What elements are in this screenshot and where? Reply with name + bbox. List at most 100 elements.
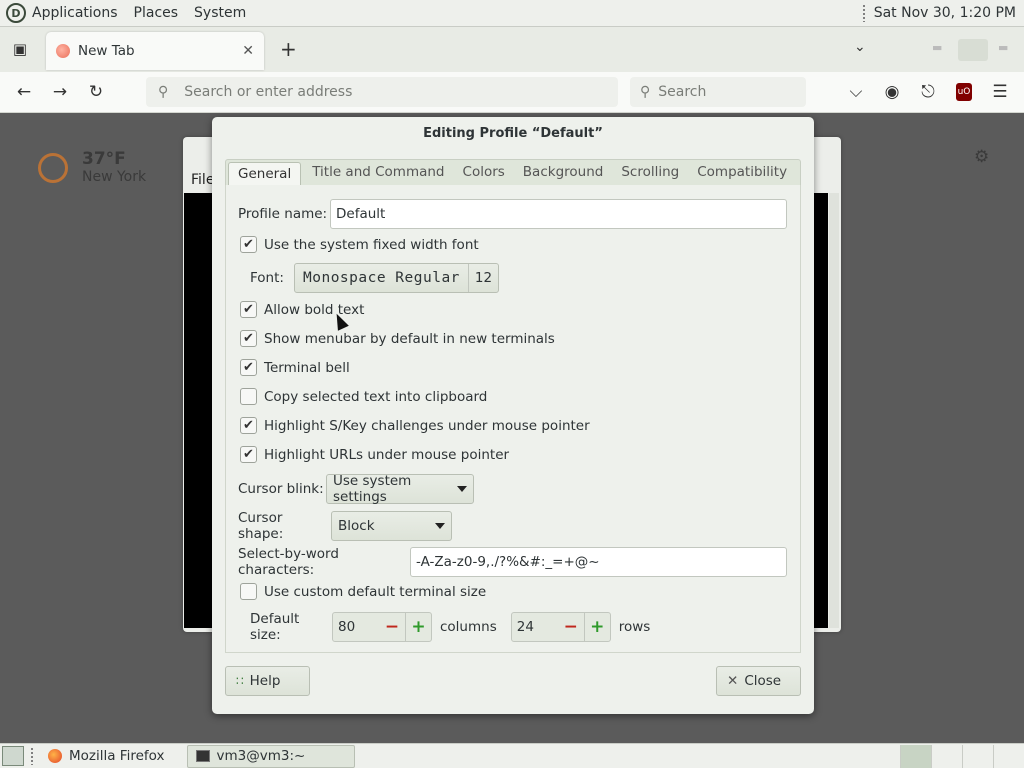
terminal-scrollbar[interactable] bbox=[829, 193, 839, 628]
checkbox-label: Terminal bell bbox=[264, 359, 350, 376]
workspace-3[interactable] bbox=[962, 744, 993, 768]
checkbox[interactable]: ✔ bbox=[240, 236, 257, 253]
checkbox[interactable] bbox=[240, 583, 257, 600]
font-label: Font: bbox=[250, 270, 284, 286]
close-button[interactable]: ✕ Close bbox=[716, 666, 801, 696]
cursor-shape-dropdown[interactable]: Block bbox=[331, 511, 452, 541]
applications-menu[interactable]: D Applications bbox=[6, 3, 118, 23]
help-button[interactable]: ∷ Help bbox=[225, 666, 310, 696]
firefox-favicon-icon bbox=[56, 44, 70, 58]
font-size: 12 bbox=[474, 270, 493, 286]
taskbar-terminal-label: vm3@vm3:~ bbox=[216, 748, 306, 764]
panel-grip-icon bbox=[861, 4, 866, 22]
ublock-origin-icon[interactable]: uO bbox=[956, 83, 972, 101]
search-bar[interactable]: ⚲ Search bbox=[630, 77, 806, 107]
bottom-panel: Mozilla Firefox vm3@vm3:~ bbox=[0, 743, 1024, 768]
cursor-blink-label: Cursor blink: bbox=[238, 481, 324, 497]
address-placeholder: Search or enter address bbox=[184, 84, 353, 100]
tab-title: New Tab bbox=[78, 43, 135, 59]
chevron-down-icon[interactable]: ⌄ bbox=[854, 39, 866, 55]
close-tab-icon[interactable]: ✕ bbox=[242, 43, 254, 59]
checkbox[interactable]: ✔ bbox=[240, 301, 257, 318]
checkbox-label: Copy selected text into clipboard bbox=[264, 388, 488, 405]
checkbox-row[interactable]: Copy selected text into clipboard bbox=[240, 388, 487, 405]
tab-colors[interactable]: Colors bbox=[454, 160, 514, 185]
checkbox[interactable]: ✔ bbox=[240, 446, 257, 463]
checkbox-label: Show menubar by default in new terminals bbox=[264, 330, 555, 347]
minus-icon[interactable]: − bbox=[379, 613, 405, 641]
tab-background[interactable]: Background bbox=[514, 160, 613, 185]
tab-general[interactable]: General bbox=[228, 162, 302, 185]
checkbox[interactable] bbox=[240, 388, 257, 405]
select-by-word-label: Select-by-word characters: bbox=[238, 546, 339, 578]
terminal-file-menu[interactable]: File bbox=[191, 172, 214, 188]
minimize-window-icon[interactable]: ▬ bbox=[932, 41, 946, 55]
minus-icon[interactable]: − bbox=[558, 613, 584, 641]
hamburger-menu-icon[interactable]: ☰ bbox=[990, 82, 1010, 102]
places-menu[interactable]: Places bbox=[134, 5, 179, 21]
checkbox-row[interactable]: ✔ Highlight URLs under mouse pointer bbox=[240, 446, 509, 463]
clock[interactable]: Sat Nov 30, 1:20 PM bbox=[874, 5, 1016, 21]
cursor-blink-row: Cursor blink: Use system settings bbox=[238, 473, 474, 505]
tab-scrolling[interactable]: Scrolling bbox=[612, 160, 688, 185]
cursor-shape-row: Cursor shape: Block bbox=[238, 510, 452, 542]
plus-icon[interactable]: + bbox=[405, 613, 431, 641]
terminal-icon bbox=[195, 750, 210, 762]
applications-menu-label: Applications bbox=[32, 5, 118, 21]
plus-icon[interactable]: + bbox=[583, 613, 610, 641]
system-menu[interactable]: System bbox=[194, 5, 246, 21]
workspace-2[interactable] bbox=[931, 744, 962, 768]
weather-widget[interactable]: 37°F New York bbox=[38, 149, 146, 185]
columns-label: columns bbox=[440, 619, 497, 635]
checkbox-row[interactable]: ✔ Highlight S/Key challenges under mouse… bbox=[240, 417, 590, 434]
workspace-1[interactable] bbox=[900, 744, 931, 768]
distro-logo-icon: D bbox=[6, 3, 26, 23]
checkbox[interactable]: ✔ bbox=[240, 330, 257, 347]
checkbox[interactable]: ✔ bbox=[240, 417, 257, 434]
tab-title-and-command[interactable]: Title and Command bbox=[303, 160, 453, 185]
show-desktop-icon[interactable] bbox=[2, 746, 24, 766]
gear-icon[interactable]: ⚙ bbox=[974, 147, 989, 167]
extensions-puzzle-icon[interactable]: ⎋ bbox=[918, 82, 938, 102]
profile-tabs: General Title and Command Colors Backgro… bbox=[225, 159, 801, 185]
reload-icon[interactable]: ↻ bbox=[86, 82, 106, 102]
columns-value[interactable]: 80 bbox=[333, 619, 379, 635]
tab-compatibility[interactable]: Compatibility bbox=[688, 160, 796, 185]
select-by-word-row: Select-by-word characters: -A-Za-z0-9,./… bbox=[238, 546, 787, 578]
profile-name-value: Default bbox=[336, 206, 386, 222]
back-arrow-icon[interactable]: ← bbox=[14, 82, 34, 102]
checkbox-label: Use the system fixed width font bbox=[264, 236, 479, 253]
dropdown-arrow-icon bbox=[435, 523, 445, 529]
checkbox-row[interactable]: ✔ Allow bold text bbox=[240, 301, 364, 318]
taskbar-firefox[interactable]: Mozilla Firefox bbox=[40, 745, 173, 768]
tab-new-tab[interactable]: New Tab ✕ bbox=[46, 32, 264, 70]
checkbox[interactable]: ✔ bbox=[240, 359, 257, 376]
checkbox-row[interactable]: ✔ Show menubar by default in new termina… bbox=[240, 330, 555, 347]
taskbar-terminal[interactable]: vm3@vm3:~ bbox=[186, 744, 355, 768]
profile-name-label: Profile name: bbox=[238, 206, 328, 222]
close-window-icon[interactable]: ▬ bbox=[998, 41, 1012, 55]
close-label: Close bbox=[744, 673, 782, 689]
checkbox-row[interactable]: ✔ Terminal bell bbox=[240, 359, 350, 376]
maximize-window-button[interactable] bbox=[958, 39, 988, 61]
rows-value[interactable]: 24 bbox=[512, 619, 558, 635]
address-bar[interactable]: ⚲ Search or enter address bbox=[146, 77, 618, 107]
default-size-label: Default size: bbox=[250, 611, 300, 643]
new-tab-plus-icon[interactable]: + bbox=[280, 37, 297, 61]
checkbox-row[interactable]: Use custom default terminal size bbox=[240, 583, 486, 600]
profile-name-field[interactable]: Default bbox=[330, 199, 787, 229]
help-icon: ∷ bbox=[236, 674, 244, 688]
select-by-word-field[interactable]: -A-Za-z0-9,./?%&#:_=+@~ bbox=[410, 547, 787, 577]
pocket-icon[interactable]: ⌵ bbox=[846, 82, 866, 102]
taskbar-firefox-label: Mozilla Firefox bbox=[69, 748, 165, 764]
checkbox-row[interactable]: ✔ Use the system fixed width font bbox=[240, 236, 479, 253]
rows-spinner[interactable]: 24 − + bbox=[510, 612, 611, 642]
font-picker-button[interactable]: Monospace Regular 12 bbox=[294, 263, 500, 293]
workspace-4[interactable] bbox=[993, 744, 1024, 768]
account-icon[interactable]: ◉ bbox=[882, 82, 902, 102]
sun-icon bbox=[38, 153, 68, 183]
columns-spinner[interactable]: 80 − + bbox=[332, 612, 432, 642]
list-all-tabs-icon[interactable]: ▣ bbox=[10, 39, 30, 59]
cursor-blink-dropdown[interactable]: Use system settings bbox=[326, 473, 474, 505]
forward-arrow-icon[interactable]: → bbox=[50, 82, 70, 102]
